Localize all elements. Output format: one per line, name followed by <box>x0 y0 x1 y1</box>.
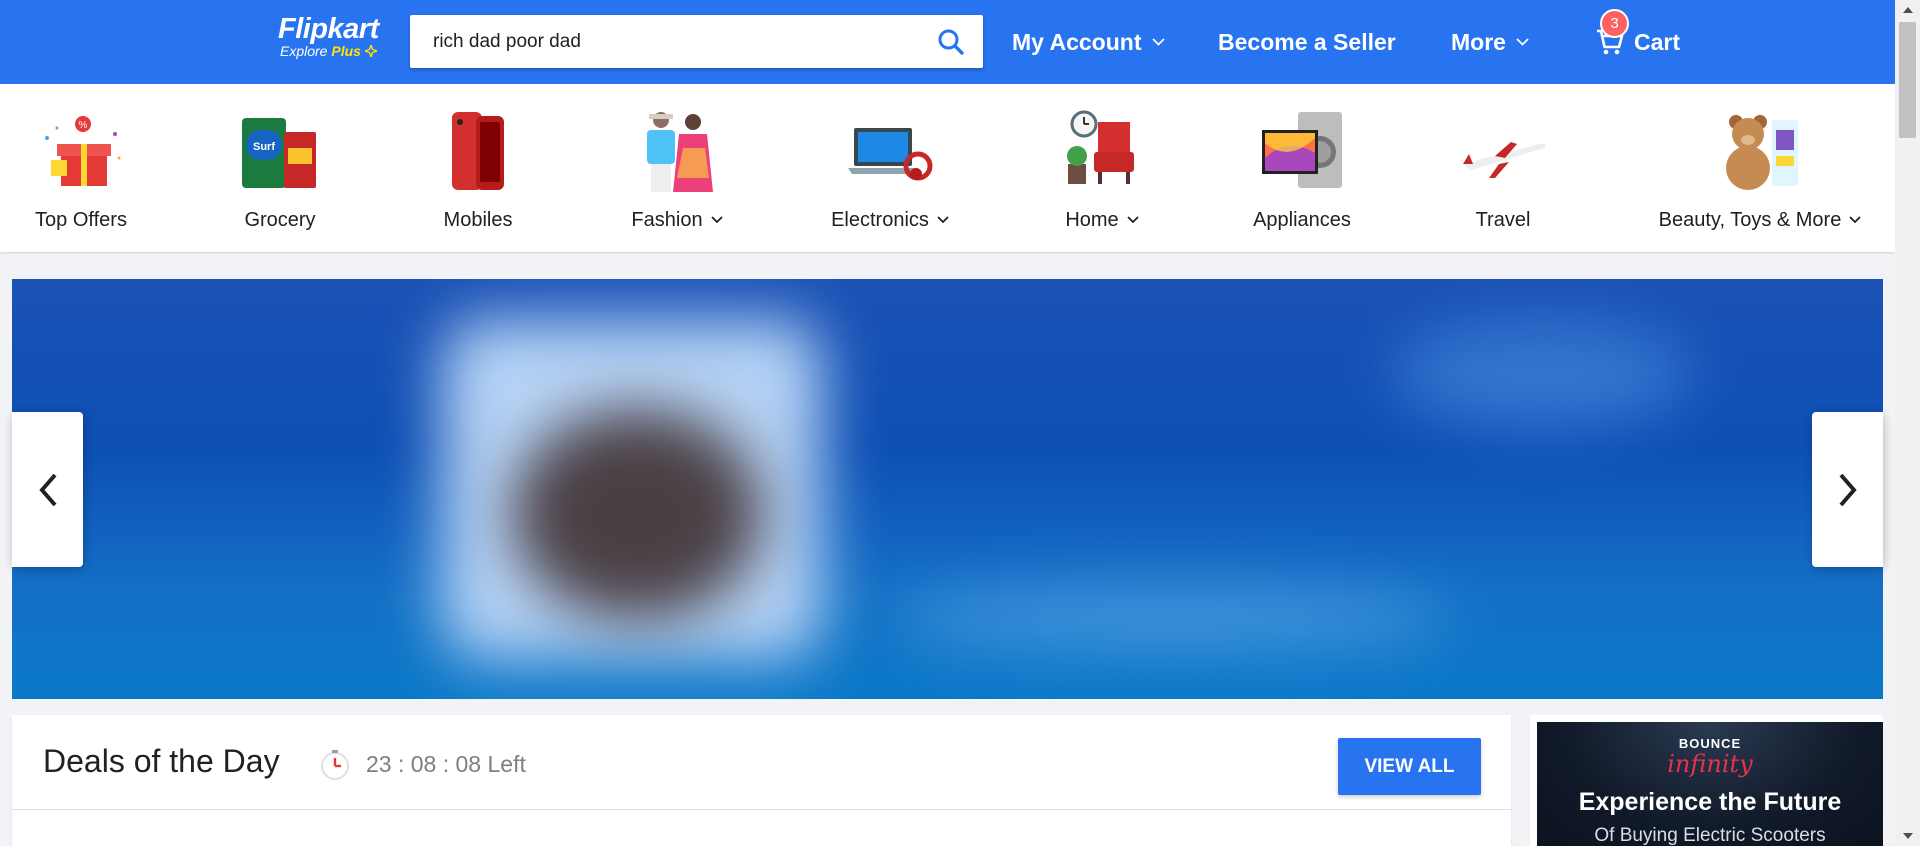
search-bar <box>410 15 983 68</box>
hero-banner[interactable] <box>12 279 1883 699</box>
ad-subline: Of Buying Electric Scooters <box>1594 825 1826 846</box>
logo-tagline-explore: Explore <box>280 43 328 59</box>
logo-wordmark: Flipkart <box>278 13 379 45</box>
chevron-right-icon <box>1838 473 1857 506</box>
stopwatch-icon <box>321 750 349 780</box>
category-label: Fashion <box>597 208 757 232</box>
chevron-down-icon <box>937 216 949 224</box>
scroll-down-button[interactable] <box>1895 826 1920 846</box>
ad-headline: Experience the Future <box>1578 788 1842 816</box>
svg-text:Surf: Surf <box>253 141 275 153</box>
carousel-next-button[interactable] <box>1812 412 1883 567</box>
timer-text: 23 : 08 : 08 Left <box>366 750 526 777</box>
view-all-button[interactable]: VIEW ALL <box>1338 738 1481 795</box>
cart-label: Cart <box>1634 29 1681 55</box>
logo-tagline-plus: Plus <box>331 43 361 59</box>
chevron-down-icon <box>1849 216 1861 224</box>
fashion-icon <box>633 108 721 196</box>
svg-text:%: % <box>79 120 88 131</box>
cart-count-badge: 3 <box>1600 9 1629 38</box>
caret-down-icon <box>1902 833 1913 839</box>
logo-tagline: Explore Plus <box>280 42 380 60</box>
deals-timer: 23 : 08 : 08 Left <box>318 747 526 781</box>
category-strip: % Top Offers Surf Grocery Mobiles Fashio… <box>0 84 1895 252</box>
teddy-icon <box>1716 108 1804 196</box>
category-label: Grocery <box>244 209 316 231</box>
gift-icon: % <box>37 108 125 196</box>
divider <box>12 809 1511 810</box>
my-account-label: My Account <box>1012 29 1142 55</box>
mobile-icon <box>434 108 522 196</box>
category-label: Appliances <box>1253 209 1351 231</box>
flipkart-logo[interactable]: Flipkart Explore Plus <box>278 13 380 60</box>
deals-title: Deals of the Day <box>43 743 280 779</box>
page-scrollbar[interactable] <box>1895 0 1920 846</box>
banner-blur-product <box>512 409 762 619</box>
category-home[interactable]: Home <box>1022 84 1182 252</box>
search-button[interactable] <box>937 28 965 56</box>
armchair-icon <box>1058 108 1146 196</box>
appliance-icon <box>1258 108 1346 196</box>
cart-icon: 3 <box>1596 9 1629 56</box>
carousel-prev-button[interactable] <box>12 412 83 567</box>
banner-blur-text <box>1392 319 1692 429</box>
plus-star-icon <box>362 42 380 60</box>
ad-brand: BOUNCE <box>1678 736 1742 751</box>
category-top-offers[interactable]: % Top Offers <box>0 84 162 252</box>
chevron-down-icon <box>1151 38 1165 46</box>
category-mobiles[interactable]: Mobiles <box>398 84 558 252</box>
category-label: Top Offers <box>35 209 127 231</box>
category-label: Electronics <box>808 208 972 232</box>
my-account-menu[interactable]: My Account <box>1012 28 1165 56</box>
cart-link[interactable]: 3 Cart <box>1596 9 1681 56</box>
airplane-icon <box>1459 108 1547 196</box>
category-grocery[interactable]: Surf Grocery <box>200 84 360 252</box>
deals-of-the-day-section: Deals of the Day 23 : 08 : 08 Left VIEW … <box>12 715 1511 846</box>
ad-logo: infinity <box>1667 750 1753 778</box>
category-travel[interactable]: Travel <box>1423 84 1583 252</box>
category-label: Travel <box>1475 209 1531 231</box>
caret-up-icon <box>1902 7 1913 13</box>
chevron-down-icon <box>1516 38 1529 46</box>
category-fashion[interactable]: Fashion <box>597 84 757 252</box>
more-menu[interactable]: More <box>1451 28 1529 56</box>
more-label: More <box>1451 29 1506 55</box>
chevron-down-icon <box>1127 216 1139 224</box>
grocery-icon: Surf <box>236 108 324 196</box>
chevron-down-icon <box>710 216 723 224</box>
top-header: Flipkart Explore Plus My Account Become … <box>0 0 1895 84</box>
ad-banner: BOUNCE infinity Experience the Future Of… <box>1537 722 1883 846</box>
search-icon <box>938 29 964 55</box>
category-electronics[interactable]: Electronics <box>808 84 972 252</box>
category-beauty-toys[interactable]: Beauty, Toys & More <box>1640 84 1880 252</box>
scroll-thumb[interactable] <box>1899 22 1916 138</box>
category-appliances[interactable]: Appliances <box>1222 84 1382 252</box>
scroll-up-button[interactable] <box>1895 0 1920 20</box>
laptop-icon <box>846 108 934 196</box>
chevron-left-icon <box>38 473 57 506</box>
search-input[interactable] <box>410 15 920 68</box>
become-seller-link[interactable]: Become a Seller <box>1218 28 1396 56</box>
become-seller-label: Become a Seller <box>1218 29 1396 55</box>
side-ad[interactable]: BOUNCE infinity Experience the Future Of… <box>1530 715 1883 846</box>
category-label: Home <box>1022 208 1182 232</box>
category-label: Beauty, Toys & More <box>1640 208 1880 232</box>
banner-blur-cta <box>892 589 1452 649</box>
category-label: Mobiles <box>443 209 513 231</box>
